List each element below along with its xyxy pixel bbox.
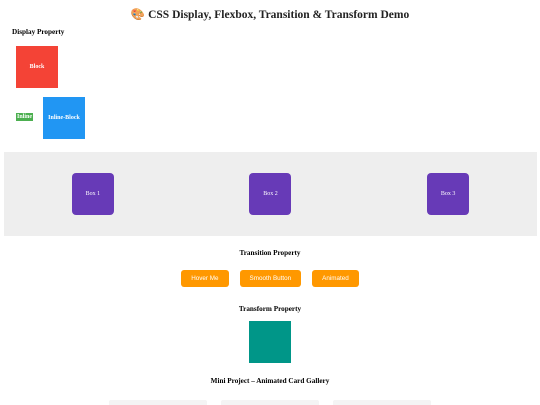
- transition-heading: Transition Property: [239, 249, 301, 257]
- gallery-card[interactable]: [221, 400, 319, 405]
- inline-block-box: Inline-Block: [43, 97, 85, 139]
- animated-button[interactable]: Animated: [312, 270, 359, 287]
- transform-box[interactable]: [249, 321, 291, 363]
- gallery-card[interactable]: [109, 400, 207, 405]
- gallery-heading: Mini Project – Animated Card Gallery: [210, 377, 330, 385]
- flex-box-label: Box 3: [440, 191, 456, 197]
- palette-icon: 🎨: [130, 9, 146, 21]
- inline-element: Inline: [16, 113, 34, 121]
- card-gallery: [0, 400, 540, 405]
- inline-block-box-label: Inline-Block: [48, 115, 80, 121]
- flex-container: Box 1 Box 2 Box 3: [4, 152, 537, 236]
- flex-box-label: Box 2: [263, 191, 278, 197]
- block-box: Block: [16, 46, 58, 88]
- flex-box-label: Box 1: [85, 191, 101, 197]
- page-title: 🎨 CSS Display, Flexbox, Transition & Tran…: [0, 7, 540, 21]
- hover-me-button[interactable]: Hover Me: [181, 270, 229, 287]
- block-box-label: Block: [29, 64, 45, 70]
- display-heading: Display Property: [12, 28, 65, 36]
- flex-box-3: Box 3: [427, 173, 470, 215]
- transform-heading: Transform Property: [238, 305, 302, 313]
- gallery-card[interactable]: [333, 400, 431, 405]
- page-title-text: CSS Display, Flexbox, Transition & Trans…: [148, 9, 410, 21]
- flex-box-1: Box 1: [71, 173, 114, 215]
- transition-button-row: Hover Me Smooth Button Animated: [0, 270, 540, 287]
- flex-box-2: Box 2: [249, 173, 292, 215]
- smooth-button[interactable]: Smooth Button: [239, 270, 302, 287]
